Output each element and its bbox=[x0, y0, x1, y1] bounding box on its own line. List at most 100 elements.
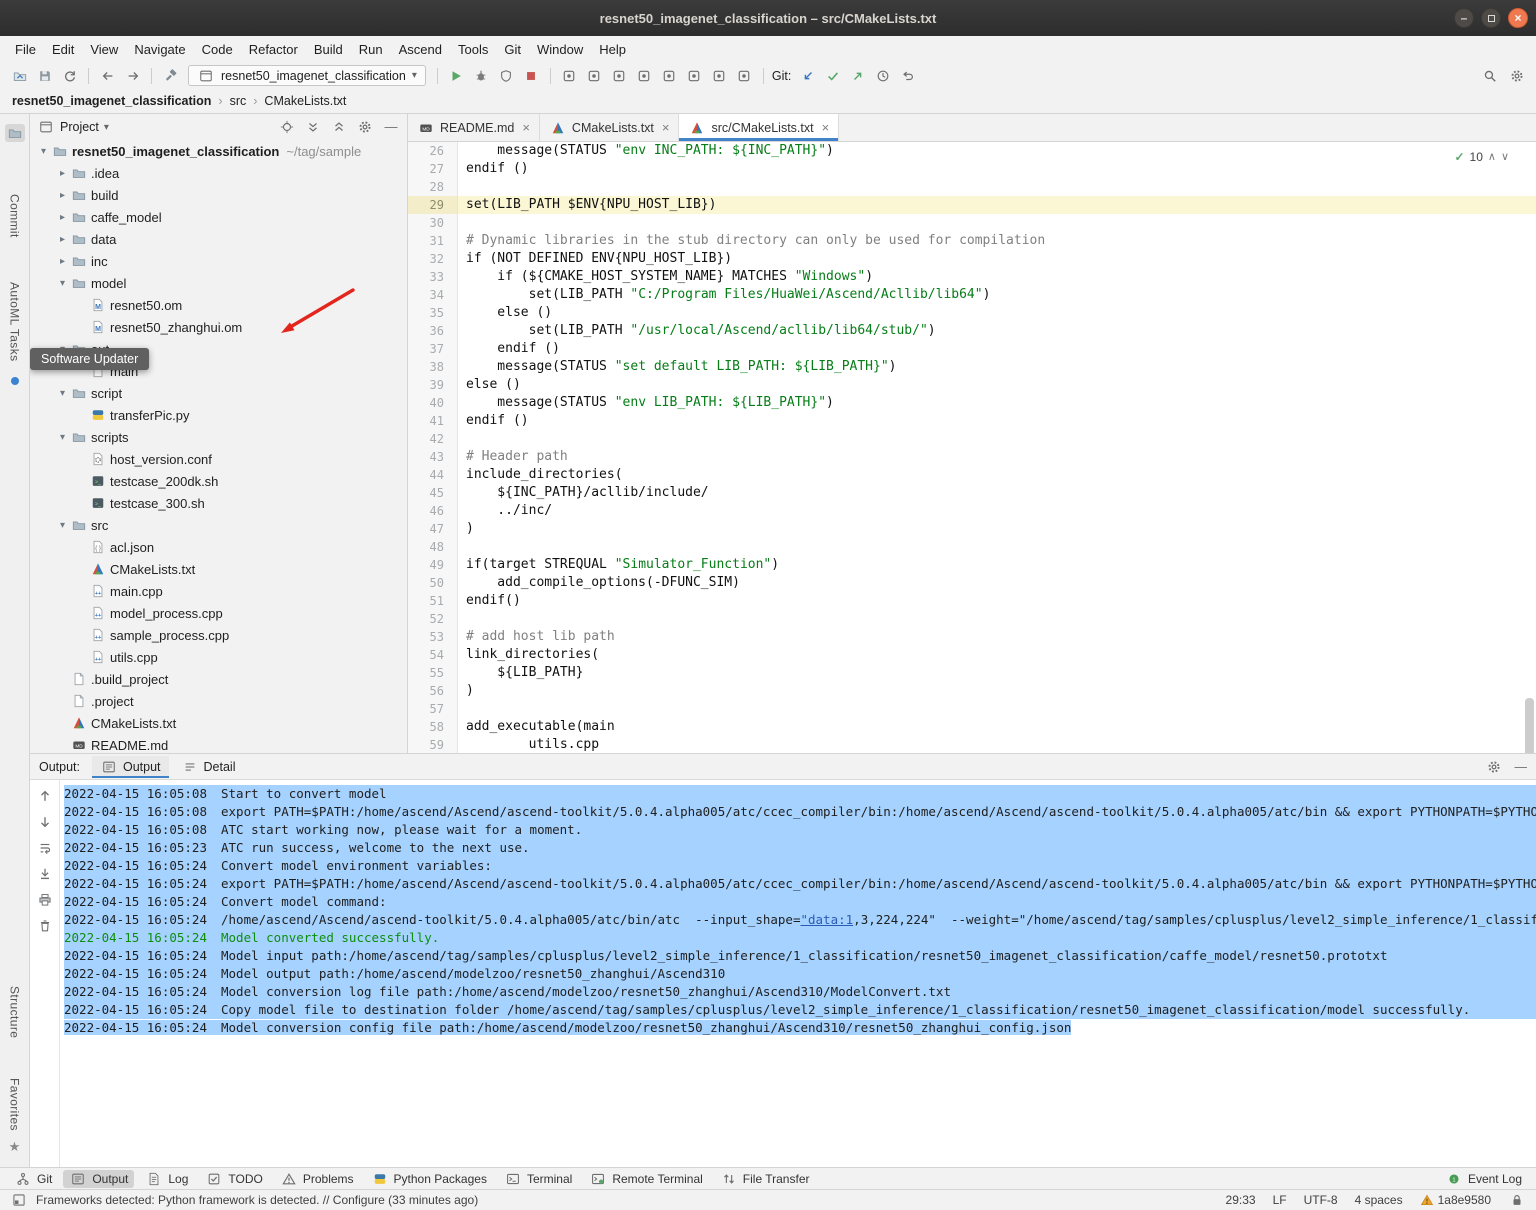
up-icon[interactable] bbox=[36, 788, 54, 804]
run-with-coverage-icon[interactable] bbox=[495, 65, 518, 87]
run-configuration-select[interactable]: resnet50_imagenet_classification▾ bbox=[188, 65, 426, 86]
chevron-down-icon[interactable]: ▾ bbox=[55, 278, 70, 289]
tool-button-favorites[interactable]: Favorites bbox=[8, 1078, 22, 1131]
settings-icon[interactable] bbox=[356, 119, 374, 135]
ascend-tool-6-icon[interactable] bbox=[683, 65, 706, 87]
show-history-icon[interactable] bbox=[871, 65, 894, 87]
chevron-right-icon[interactable]: ▸ bbox=[55, 234, 70, 245]
status-revision[interactable]: 1a8e9580 bbox=[1420, 1192, 1491, 1208]
toolwindow-tab-problems[interactable]: Problems bbox=[274, 1170, 360, 1188]
menu-build[interactable]: Build bbox=[307, 40, 350, 59]
tree-item--build-project[interactable]: .build_project bbox=[30, 668, 407, 690]
menu-ascend[interactable]: Ascend bbox=[392, 40, 449, 59]
tool-button-structure[interactable]: Structure bbox=[8, 986, 22, 1038]
ascend-tool-5-icon[interactable] bbox=[658, 65, 681, 87]
toolwindow-switcher-icon[interactable] bbox=[10, 1192, 28, 1208]
chevron-right-icon[interactable]: ▸ bbox=[55, 256, 70, 267]
hide-panel-icon[interactable]: — bbox=[1515, 760, 1528, 774]
menu-edit[interactable]: Edit bbox=[45, 40, 81, 59]
status-item-4-spaces[interactable]: 4 spaces bbox=[1355, 1193, 1403, 1207]
toolwindow-tab-git[interactable]: Git bbox=[8, 1170, 58, 1188]
tree-item--project[interactable]: .project bbox=[30, 690, 407, 712]
toolwindow-tab-event-log[interactable]: 1Event Log bbox=[1439, 1170, 1528, 1188]
menu-refactor[interactable]: Refactor bbox=[242, 40, 305, 59]
output-tab-output[interactable]: Output bbox=[92, 756, 169, 778]
chevron-right-icon[interactable]: ▸ bbox=[55, 190, 70, 201]
tree-item-inc[interactable]: ▸inc bbox=[30, 250, 407, 272]
tree-item-acl-json[interactable]: { }acl.json bbox=[30, 536, 407, 558]
project-panel-title[interactable]: Project bbox=[60, 120, 99, 134]
tool-button-commit[interactable]: Commit bbox=[8, 194, 22, 238]
back-icon[interactable] bbox=[96, 65, 119, 87]
tree-item-main-cpp[interactable]: ++main.cpp bbox=[30, 580, 407, 602]
build-project-icon[interactable] bbox=[159, 65, 182, 87]
ascend-tool-3-icon[interactable] bbox=[608, 65, 631, 87]
toolwindow-tab-terminal[interactable]: Terminal bbox=[498, 1170, 578, 1188]
toolwindow-tab-output[interactable]: Output bbox=[63, 1170, 134, 1188]
menu-window[interactable]: Window bbox=[530, 40, 590, 59]
tree-item-cmakelists-txt[interactable]: CMakeLists.txt bbox=[30, 558, 407, 580]
synchronize-icon[interactable] bbox=[58, 65, 81, 87]
hide-icon[interactable]: — bbox=[382, 119, 400, 135]
tree-item-resnet50-zhanghui-om[interactable]: Mresnet50_zhanghui.om bbox=[30, 316, 407, 338]
tree-item-testcase-200dk-sh[interactable]: >_testcase_200dk.sh bbox=[30, 470, 407, 492]
chevron-down-icon[interactable]: ▾ bbox=[55, 432, 70, 443]
editor-tab-cmakelists-txt[interactable]: CMakeLists.txt× bbox=[540, 114, 680, 141]
close-tab-icon[interactable]: × bbox=[522, 120, 530, 135]
print-icon[interactable] bbox=[36, 892, 54, 908]
ascend-tool-2-icon[interactable] bbox=[583, 65, 606, 87]
tree-item-cmakelists-txt[interactable]: CMakeLists.txt bbox=[30, 712, 407, 734]
close-button[interactable]: × bbox=[1508, 8, 1528, 28]
chevron-down-icon[interactable]: ▾ bbox=[55, 520, 70, 531]
soft-wrap-icon[interactable] bbox=[36, 840, 54, 856]
tree-item-testcase-300-sh[interactable]: >_testcase_300.sh bbox=[30, 492, 407, 514]
breadcrumb-item-cmakelists-txt[interactable]: CMakeLists.txt bbox=[264, 94, 346, 108]
breadcrumb-item-src[interactable]: src bbox=[230, 94, 247, 108]
close-tab-icon[interactable]: × bbox=[822, 120, 830, 135]
chevron-down-icon[interactable]: ▾ bbox=[36, 146, 51, 157]
menu-tools[interactable]: Tools bbox=[451, 40, 495, 59]
output-log[interactable]: 2022-04-15 16:05:08Start to convert mode… bbox=[60, 780, 1536, 1167]
close-tab-icon[interactable]: × bbox=[662, 120, 670, 135]
tree-item-utils-cpp[interactable]: ++utils.cpp bbox=[30, 646, 407, 668]
tool-button-automl-tasks[interactable]: AutoML Tasks bbox=[8, 282, 22, 362]
menu-run[interactable]: Run bbox=[352, 40, 390, 59]
toolwindow-tab-python-packages[interactable]: Python Packages bbox=[365, 1170, 493, 1188]
chevron-down-icon[interactable]: ▾ bbox=[104, 122, 109, 133]
ascend-tool-7-icon[interactable] bbox=[708, 65, 731, 87]
open-icon[interactable] bbox=[8, 65, 31, 87]
menu-code[interactable]: Code bbox=[195, 40, 240, 59]
chevron-right-icon[interactable]: ▸ bbox=[55, 168, 70, 179]
tree-item-transferpic-py[interactable]: transferPic.py bbox=[30, 404, 407, 426]
breadcrumb-item-resnet50-imagenet-classification[interactable]: resnet50_imagenet_classification bbox=[12, 94, 211, 108]
tree-item-readme-md[interactable]: MDREADME.md bbox=[30, 734, 407, 753]
tree-item-resnet50-imagenet-classification[interactable]: ▾resnet50_imagenet_classification~/tag/s… bbox=[30, 140, 407, 162]
toolwindow-tab-file-transfer[interactable]: File Transfer bbox=[714, 1170, 816, 1188]
commit-icon[interactable] bbox=[821, 65, 844, 87]
toolwindow-tab-log[interactable]: Log bbox=[139, 1170, 194, 1188]
menu-git[interactable]: Git bbox=[497, 40, 528, 59]
ascend-tool-8-icon[interactable] bbox=[733, 65, 756, 87]
status-message[interactable]: Frameworks detected: Python framework is… bbox=[36, 1193, 478, 1207]
run-icon[interactable] bbox=[445, 65, 468, 87]
menu-navigate[interactable]: Navigate bbox=[127, 40, 192, 59]
tree-item-sample-process-cpp[interactable]: ++sample_process.cpp bbox=[30, 624, 407, 646]
status-item-utf-8[interactable]: UTF-8 bbox=[1304, 1193, 1338, 1207]
log-link[interactable]: "data:1 bbox=[800, 912, 853, 927]
status-item-29-33[interactable]: 29:33 bbox=[1226, 1193, 1256, 1207]
save-all-icon[interactable] bbox=[33, 65, 56, 87]
debug-icon[interactable] bbox=[470, 65, 493, 87]
prev-problem-icon[interactable]: ∧ bbox=[1488, 148, 1496, 166]
stop-icon[interactable] bbox=[520, 65, 543, 87]
menu-file[interactable]: File bbox=[8, 40, 43, 59]
minimize-button[interactable]: – bbox=[1454, 8, 1474, 28]
menu-view[interactable]: View bbox=[83, 40, 125, 59]
next-problem-icon[interactable]: ∨ bbox=[1501, 148, 1509, 166]
inspections-widget[interactable]: ✓ 10 ∧ ∨ bbox=[1449, 147, 1514, 167]
tree-item-script[interactable]: ▾script bbox=[30, 382, 407, 404]
editor-scrollbar[interactable] bbox=[1525, 698, 1534, 753]
scroll-to-end-icon[interactable] bbox=[36, 866, 54, 882]
ascend-tool-4-icon[interactable] bbox=[633, 65, 656, 87]
editor-tab-readme-md[interactable]: MDREADME.md× bbox=[408, 114, 540, 141]
expand-all-icon[interactable] bbox=[304, 119, 322, 135]
